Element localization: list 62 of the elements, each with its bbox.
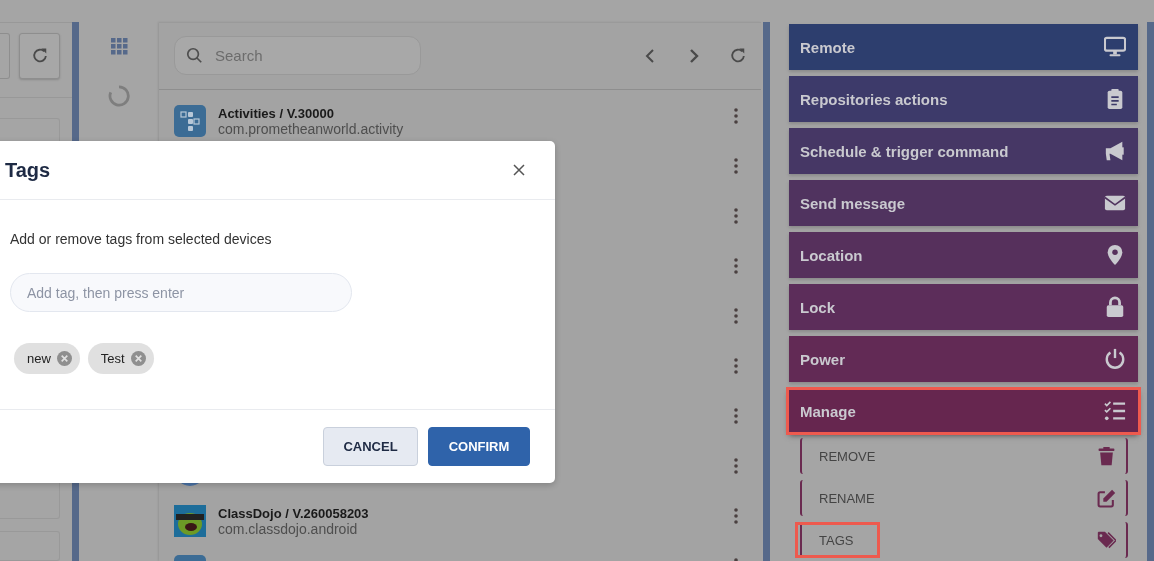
kebab-menu-icon <box>734 408 738 424</box>
cancel-button[interactable]: CANCEL <box>323 427 418 466</box>
action-button[interactable]: Send message <box>789 180 1138 226</box>
checklist-icon <box>1104 400 1126 422</box>
app-name: ClassDojo / V.260058203 <box>218 505 369 521</box>
menu-item[interactable]: TAGS <box>798 525 878 555</box>
close-icon <box>513 164 525 176</box>
more-button[interactable] <box>731 507 741 525</box>
more-button[interactable] <box>731 357 741 375</box>
kebab-menu-icon <box>734 158 738 174</box>
more-button[interactable] <box>731 207 741 225</box>
confirm-button[interactable]: CONFIRM <box>428 427 530 466</box>
tag-input-field[interactable]: Add tag, then press enter <box>10 273 352 312</box>
kebab-menu-icon <box>734 208 738 224</box>
dialog-description: Add or remove tags from selected devices <box>10 231 273 247</box>
tags-icon <box>1097 530 1116 550</box>
kebab-menu-icon <box>734 258 738 274</box>
kebab-menu-icon <box>734 108 738 124</box>
chevron-left-icon <box>645 47 655 64</box>
tag-label: Test <box>100 351 125 366</box>
more-button[interactable] <box>731 307 741 325</box>
kebab-menu-icon <box>734 508 738 524</box>
app-name: Activities / V.30000 <box>218 105 335 121</box>
package-name: com.prometheanworld.activity <box>218 120 404 137</box>
chevron-right-icon <box>689 47 699 64</box>
menu-item[interactable]: REMOVE <box>802 441 884 471</box>
action-button[interactable]: Location <box>789 232 1138 278</box>
megaphone-icon <box>1104 140 1126 162</box>
more-button[interactable] <box>731 107 741 125</box>
close-button[interactable] <box>513 164 525 176</box>
remove-tag-button[interactable] <box>56 351 72 366</box>
monitor-icon <box>1104 36 1126 58</box>
more-button[interactable] <box>731 157 741 175</box>
trash-icon <box>1097 446 1116 466</box>
action-button[interactable]: Lock <box>789 284 1138 330</box>
grid-icon <box>110 38 128 55</box>
remove-tag-button[interactable] <box>130 351 146 366</box>
kebab-menu-icon <box>734 358 738 374</box>
search-field[interactable]: Search <box>174 36 421 75</box>
edit-icon <box>1097 488 1116 508</box>
action-button[interactable]: Repositories actions <box>789 76 1138 122</box>
close-icon <box>130 351 146 366</box>
package-name: com.classdojo.android <box>218 520 359 537</box>
action-button[interactable]: Remote <box>789 24 1138 70</box>
more-button[interactable] <box>731 407 741 425</box>
more-button[interactable] <box>731 457 741 475</box>
spinner-icon <box>108 85 130 107</box>
lock-icon <box>1104 296 1126 318</box>
monster-icon <box>174 505 206 537</box>
kebab-menu-icon <box>734 458 738 474</box>
tag-label: new <box>27 351 51 366</box>
action-button[interactable]: Manage <box>789 390 1138 432</box>
action-button[interactable]: Power <box>789 336 1138 382</box>
menu-item[interactable]: RENAME <box>802 483 883 513</box>
app-icon <box>174 105 206 137</box>
action-button[interactable]: Schedule & trigger command <box>789 128 1138 174</box>
dialog-title: Tags <box>5 158 51 182</box>
power-icon <box>1104 348 1126 370</box>
kebab-menu-icon <box>734 308 738 324</box>
more-button[interactable] <box>731 257 741 275</box>
refresh-button[interactable] <box>19 33 60 79</box>
close-icon <box>56 351 72 366</box>
